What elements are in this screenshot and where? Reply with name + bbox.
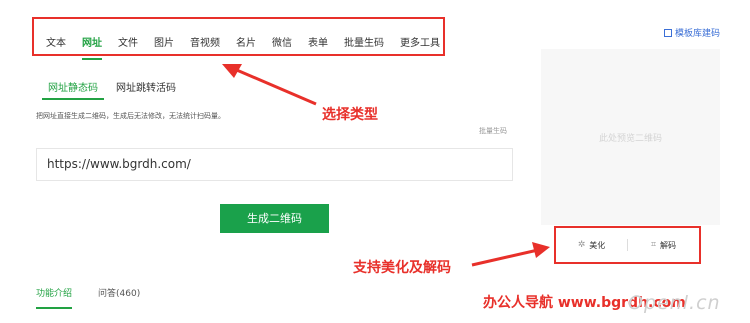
beautify-button[interactable]: ✲ 美化 bbox=[556, 240, 627, 251]
type-tabs: 文本 网址 文件 图片 音视频 名片 微信 表单 批量生码 更多工具 bbox=[38, 24, 448, 64]
annotation-arrow-support bbox=[471, 242, 550, 267]
tab-url-static[interactable]: 网址静态码 bbox=[42, 79, 104, 100]
annotation-support: 支持美化及解码 bbox=[353, 260, 451, 276]
decode-button[interactable]: ⌗ 解码 bbox=[628, 240, 699, 251]
watermark-logo: Openl.cn bbox=[628, 292, 721, 314]
tab-form[interactable]: 表单 bbox=[300, 34, 336, 54]
sparkle-icon: ✲ bbox=[577, 240, 586, 250]
tab-business-card[interactable]: 名片 bbox=[228, 34, 264, 54]
tab-more-tools[interactable]: 更多工具 bbox=[392, 34, 448, 54]
preview-actions: ✲ 美化 ⌗ 解码 bbox=[554, 226, 701, 264]
scan-icon: ⌗ bbox=[650, 240, 657, 250]
template-icon bbox=[663, 28, 672, 37]
tab-features[interactable]: 功能介绍 bbox=[36, 286, 73, 309]
tab-url[interactable]: 网址 bbox=[74, 34, 110, 60]
url-sub-tabs: 网址静态码 网址跳转活码 bbox=[36, 79, 176, 100]
tab-url-dynamic[interactable]: 网址跳转活码 bbox=[116, 79, 176, 100]
template-library-link[interactable]: 模板库建码 bbox=[663, 26, 720, 39]
tab-qa[interactable]: 问答(460) bbox=[98, 286, 140, 309]
bottom-tabs: 功能介绍 问答(460) bbox=[36, 286, 140, 309]
decode-label: 解码 bbox=[660, 240, 677, 250]
tab-text[interactable]: 文本 bbox=[38, 34, 74, 54]
tab-batch[interactable]: 批量生码 bbox=[336, 34, 392, 54]
annotation-select-type: 选择类型 bbox=[322, 107, 378, 123]
tab-audio-video[interactable]: 音视频 bbox=[182, 34, 228, 54]
annotation-arrow-select-type bbox=[222, 64, 317, 106]
preview-placeholder: 此处预览二维码 bbox=[598, 134, 662, 144]
template-link-label: 模板库建码 bbox=[674, 29, 720, 39]
batch-generate-link[interactable]: 批量生码 bbox=[479, 126, 507, 136]
generate-qrcode-button[interactable]: 生成二维码 bbox=[220, 204, 329, 233]
tab-image[interactable]: 图片 bbox=[146, 34, 182, 54]
beautify-label: 美化 bbox=[589, 240, 606, 250]
description-text: 把网址直接生成二维码，生成后无法修改，无法统计扫码量。 bbox=[36, 112, 225, 120]
url-input[interactable]: https://www.bgrdh.com/ bbox=[36, 148, 513, 181]
tab-wechat[interactable]: 微信 bbox=[264, 34, 300, 54]
tab-file[interactable]: 文件 bbox=[110, 34, 146, 54]
